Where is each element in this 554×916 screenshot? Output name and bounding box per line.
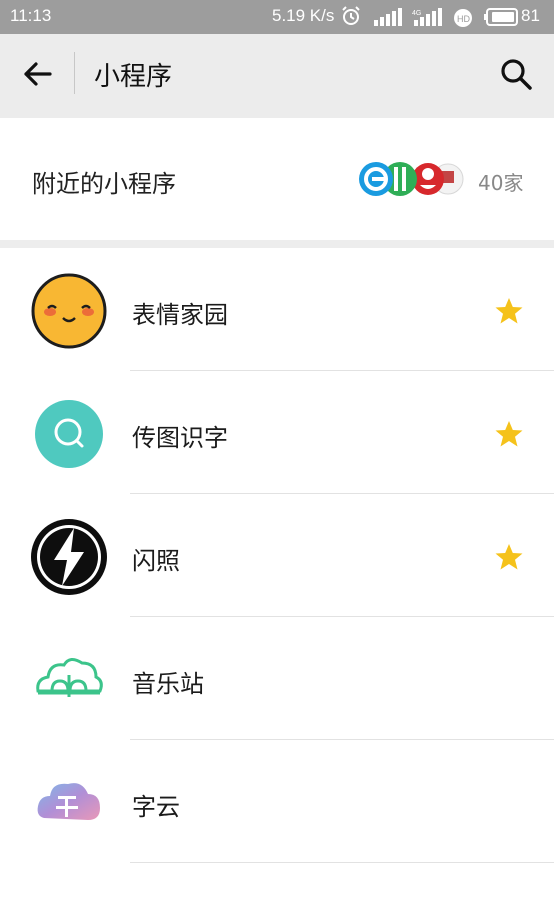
app-name: 字云 xyxy=(132,793,180,821)
nearby-label: 附近的小程序 xyxy=(32,170,176,198)
app-name: 表情家园 xyxy=(132,301,228,329)
arrow-left-icon[interactable] xyxy=(20,56,56,92)
star-icon[interactable] xyxy=(494,419,524,449)
list-item[interactable]: 传图识字 xyxy=(0,371,554,494)
svg-text:4G: 4G xyxy=(412,10,421,17)
network-speed: 5.19 K/s xyxy=(272,6,335,25)
page-title: 小程序 xyxy=(94,62,173,92)
list-item[interactable]: 字云 xyxy=(0,740,554,863)
search-icon[interactable] xyxy=(496,54,536,94)
nearby-mini-programs[interactable]: 附近的小程序 40家 xyxy=(0,118,554,240)
status-time: 11:13 xyxy=(10,6,52,25)
signal-4g-icon: 4G xyxy=(412,8,442,26)
app-name: 传图识字 xyxy=(132,424,228,452)
signal-icon xyxy=(374,8,402,26)
list-item[interactable]: 表情家园 xyxy=(0,248,554,371)
magnifier-circle-icon xyxy=(35,400,103,468)
nav-bar: 小程序 xyxy=(0,34,554,118)
nearby-logos-icon xyxy=(359,162,464,196)
app-name: 音乐站 xyxy=(132,670,204,698)
nav-divider xyxy=(74,52,75,94)
status-bar: 11:13 5.19 K/s 4G HD 81 xyxy=(0,0,554,34)
lightning-bolt-icon xyxy=(31,519,107,595)
svg-text:HD: HD xyxy=(457,14,470,24)
music-cloud-icon xyxy=(36,658,103,697)
list-item[interactable]: 闪照 xyxy=(0,494,554,617)
nearby-count: 40家 xyxy=(478,171,524,195)
app-name: 闪照 xyxy=(132,547,180,575)
battery-icon xyxy=(484,8,518,26)
hd-icon: HD xyxy=(454,9,472,27)
battery-level: 81 xyxy=(521,6,540,25)
star-icon[interactable] xyxy=(494,296,524,326)
alarm-icon xyxy=(342,6,360,25)
smiley-face-icon xyxy=(31,273,107,349)
section-gap xyxy=(0,240,554,248)
star-icon[interactable] xyxy=(494,542,524,572)
row-separator xyxy=(130,862,554,863)
word-cloud-icon xyxy=(37,783,100,820)
list-item[interactable]: 音乐站 xyxy=(0,617,554,740)
